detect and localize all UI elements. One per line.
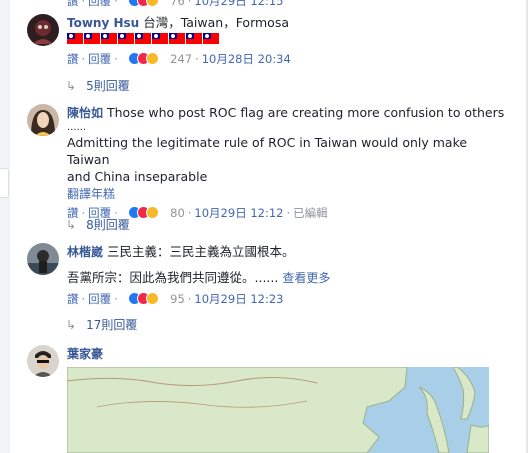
scroll-tab[interactable] bbox=[0, 168, 9, 198]
flag-emoji-row bbox=[67, 33, 512, 44]
avatar[interactable] bbox=[27, 243, 59, 275]
like-link[interactable]: 讚 bbox=[67, 0, 79, 8]
timestamp[interactable]: 10月29日 12:12 bbox=[194, 206, 283, 220]
flag-icon bbox=[118, 33, 134, 44]
reply-arrow-icon: ↳ bbox=[66, 79, 77, 93]
reaction-count: 76 bbox=[170, 0, 185, 8]
comment-text: 台灣，Taiwan，Formosa bbox=[143, 15, 290, 30]
flag-icon bbox=[101, 33, 117, 44]
flag-icon bbox=[67, 33, 83, 44]
reply-link[interactable]: 回覆 bbox=[88, 292, 111, 306]
reaction-count: 247 bbox=[170, 52, 193, 66]
timestamp[interactable]: 10月29日 12:15 bbox=[194, 0, 283, 8]
avatar[interactable] bbox=[27, 14, 59, 46]
comment-actions: 讚 · 回覆 · 95 · 10月29日 12:23 bbox=[67, 292, 284, 306]
haha-icon bbox=[146, 206, 160, 219]
comment-author[interactable]: 林楷崴 bbox=[67, 245, 103, 259]
reaction-icons[interactable] bbox=[128, 292, 166, 306]
reaction-count: 80 bbox=[170, 206, 185, 220]
flag-icon bbox=[186, 33, 202, 44]
comment-author[interactable]: 葉家豪 bbox=[67, 347, 103, 361]
replies-count: 5則回覆 bbox=[86, 79, 130, 93]
flag-icon bbox=[135, 33, 151, 44]
comment-text-line: Those who post ROC flag are creating mor… bbox=[107, 105, 505, 120]
left-panel-edge bbox=[0, 0, 10, 453]
top-partial-actions: 讚 · 回覆 · 76 · 10月29日 12:15 bbox=[67, 0, 284, 9]
replies-count: 17則回覆 bbox=[86, 318, 138, 332]
timestamp[interactable]: 10月29日 12:23 bbox=[194, 292, 283, 306]
attached-map-image[interactable] bbox=[67, 367, 489, 453]
reaction-icons[interactable] bbox=[128, 52, 166, 66]
comment-text-line: 三民主義：三民主義為立國根本。 bbox=[107, 244, 295, 259]
view-replies-link[interactable]: ↳ 5則回覆 bbox=[66, 77, 130, 94]
like-link[interactable]: 讚 bbox=[67, 292, 79, 306]
translate-link[interactable]: 翻譯年糕 bbox=[67, 185, 512, 202]
view-replies-link[interactable]: ↳ 17則回覆 bbox=[66, 316, 137, 333]
see-more-link[interactable]: 查看更多 bbox=[282, 271, 330, 285]
flag-icon bbox=[84, 33, 100, 44]
flag-icon bbox=[203, 33, 219, 44]
replies-count: 8則回覆 bbox=[86, 218, 130, 232]
comment-actions: 讚 · 回覆 · 80 · 10月29日 12:12 · 已編輯 bbox=[67, 206, 328, 220]
comment-author[interactable]: Towny Hsu bbox=[67, 16, 139, 30]
comment-actions: 讚 · 回覆 · 247 · 10月28日 20:34 bbox=[67, 52, 291, 66]
avatar[interactable] bbox=[27, 104, 59, 136]
timestamp[interactable]: 10月28日 20:34 bbox=[202, 52, 291, 66]
reply-link[interactable]: 回覆 bbox=[88, 52, 111, 66]
haha-icon bbox=[146, 292, 160, 305]
comment-text-line: 吾黨所宗：因此為我們共同遵從。...... bbox=[67, 270, 279, 285]
avatar[interactable] bbox=[27, 345, 59, 377]
haha-icon bbox=[146, 52, 160, 65]
edited-label[interactable]: 已編輯 bbox=[293, 206, 328, 220]
reply-arrow-icon: ↳ bbox=[66, 318, 77, 332]
flag-icon bbox=[169, 33, 185, 44]
comment-author[interactable]: 陳怡如 bbox=[67, 106, 103, 120]
reply-arrow-icon: ↳ bbox=[66, 218, 77, 232]
flag-icon bbox=[152, 33, 168, 44]
view-replies-link[interactable]: ↳ 8則回覆 bbox=[66, 216, 130, 233]
comment-text-dots: ...... bbox=[67, 122, 87, 133]
reply-link[interactable]: 回覆 bbox=[88, 0, 111, 8]
reaction-icons[interactable] bbox=[128, 0, 166, 8]
comment-text-line: and China inseparable bbox=[67, 169, 208, 184]
haha-icon bbox=[146, 0, 160, 7]
like-link[interactable]: 讚 bbox=[67, 52, 79, 66]
reaction-icons[interactable] bbox=[128, 206, 166, 220]
comment-text-line: Admitting the legitimate rule of ROC in … bbox=[67, 135, 468, 167]
reaction-count: 95 bbox=[170, 292, 185, 306]
